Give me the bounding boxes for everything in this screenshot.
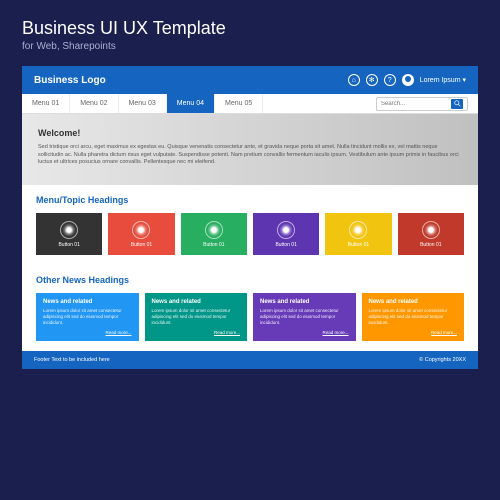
footer-right: © Copyrights 20XX	[419, 357, 466, 363]
tile-label: Button 01	[420, 242, 441, 248]
page-subtitle: for Web, Sharepoints	[22, 41, 478, 52]
read-more-link[interactable]: Read more...	[369, 330, 458, 335]
help-icon[interactable]: ?	[384, 74, 396, 86]
card-title: News and related	[369, 299, 458, 305]
topbar-actions: ⌂ ✻ ? Lorem Ipsum ▾	[348, 74, 466, 86]
circle-icon	[349, 221, 367, 239]
circle-icon	[422, 221, 440, 239]
read-more-link[interactable]: Read more...	[43, 330, 132, 335]
menu-item-2[interactable]: Menu 02	[70, 94, 118, 113]
topic-tile-2[interactable]: Button 01	[108, 213, 174, 255]
circle-icon	[60, 221, 78, 239]
topbar: Business Logo ⌂ ✻ ? Lorem Ipsum ▾	[22, 66, 478, 94]
search-icon	[454, 100, 461, 107]
topic-tile-3[interactable]: Button 01	[181, 213, 247, 255]
tile-label: Button 01	[203, 242, 224, 248]
topic-tile-4[interactable]: Button 01	[253, 213, 319, 255]
user-avatar-icon[interactable]	[402, 74, 414, 86]
topic-tile-6[interactable]: Button 01	[398, 213, 464, 255]
search-button[interactable]	[451, 99, 463, 109]
card-text: Lorem ipsum dolor sit amet consectetur a…	[369, 308, 458, 326]
search-input[interactable]	[381, 101, 451, 107]
tile-label: Button 01	[131, 242, 152, 248]
news-card-3[interactable]: News and related Lorem ipsum dolor sit am…	[253, 293, 356, 341]
topics-section: Menu/Topic Headings Button 01Button 01Bu…	[22, 185, 478, 265]
hero-text: Sed tristique orci arcu, eget maximus ex…	[38, 144, 462, 167]
topic-tiles: Button 01 Button 01 Button 01 Button 01 Butt…	[36, 213, 464, 255]
search-box	[376, 97, 468, 111]
card-title: News and related	[43, 299, 132, 305]
tile-label: Button 01	[348, 242, 369, 248]
page-title: Business UI UX Template	[22, 18, 478, 39]
card-text: Lorem ipsum dolor sit amet consectetur a…	[152, 308, 241, 326]
circle-icon	[277, 221, 295, 239]
user-menu[interactable]: Lorem Ipsum ▾	[420, 76, 466, 84]
news-card-2[interactable]: News and related Lorem ipsum dolor sit am…	[145, 293, 248, 341]
news-card-1[interactable]: News and related Lorem ipsum dolor sit am…	[36, 293, 139, 341]
menu-item-3[interactable]: Menu 03	[119, 94, 167, 113]
tile-label: Button 01	[275, 242, 296, 248]
template-frame: Business Logo ⌂ ✻ ? Lorem Ipsum ▾ Menu 0…	[22, 66, 478, 369]
hero-title: Welcome!	[38, 128, 462, 138]
news-section: Other News Headings News and related Lore…	[22, 265, 478, 351]
topics-heading: Menu/Topic Headings	[36, 195, 464, 205]
news-heading: Other News Headings	[36, 275, 464, 285]
home-icon[interactable]: ⌂	[348, 74, 360, 86]
topic-tile-5[interactable]: Button 01	[325, 213, 391, 255]
menu-item-5[interactable]: Menu 05	[215, 94, 263, 113]
card-title: News and related	[152, 299, 241, 305]
card-title: News and related	[260, 299, 349, 305]
tile-label: Button 01	[58, 242, 79, 248]
read-more-link[interactable]: Read more...	[152, 330, 241, 335]
gear-icon[interactable]: ✻	[366, 74, 378, 86]
main-menu: Menu 01Menu 02Menu 03Menu 04Menu 05	[22, 94, 263, 113]
card-text: Lorem ipsum dolor sit amet consectetur a…	[43, 308, 132, 326]
footer: Footer Text to be included here © Copyri…	[22, 351, 478, 369]
hero-banner: Welcome! Sed tristique orci arcu, eget m…	[22, 114, 478, 185]
circle-icon	[132, 221, 150, 239]
read-more-link[interactable]: Read more...	[260, 330, 349, 335]
logo[interactable]: Business Logo	[34, 75, 106, 86]
topic-tile-1[interactable]: Button 01	[36, 213, 102, 255]
navbar: Menu 01Menu 02Menu 03Menu 04Menu 05	[22, 94, 478, 114]
menu-item-4[interactable]: Menu 04	[167, 94, 215, 113]
news-card-4[interactable]: News and related Lorem ipsum dolor sit am…	[362, 293, 465, 341]
news-cards: News and related Lorem ipsum dolor sit am…	[36, 293, 464, 341]
card-text: Lorem ipsum dolor sit amet consectetur a…	[260, 308, 349, 326]
footer-left: Footer Text to be included here	[34, 357, 110, 363]
menu-item-1[interactable]: Menu 01	[22, 94, 70, 113]
circle-icon	[205, 221, 223, 239]
